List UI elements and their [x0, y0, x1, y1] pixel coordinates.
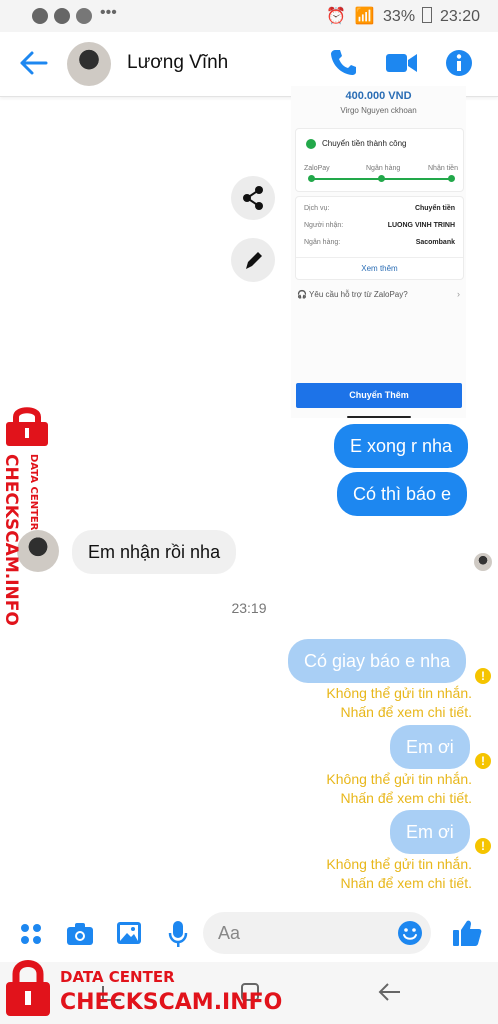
failed-message[interactable]: Có giay báo e nha: [288, 639, 467, 683]
detail-value: Sacombank: [415, 239, 455, 246]
support-text: Yêu cầu hỗ trợ từ ZaloPay?: [309, 290, 408, 299]
message-timestamp: 23:19: [231, 600, 267, 616]
chevron-right-icon: ›: [457, 289, 460, 299]
more-notifications-icon: •••: [100, 4, 117, 21]
pencil-icon: [246, 252, 262, 269]
gallery-icon[interactable]: [116, 921, 142, 945]
seen-avatar: [474, 553, 492, 571]
failed-message[interactable]: Em ơi: [390, 810, 470, 854]
alarm-icon: ⏰: [326, 8, 347, 25]
status-right: ⏰ 📶 33% 23:20: [326, 6, 480, 26]
receipt-note: Virgo Nguyen ckhoan: [340, 106, 417, 115]
back-nav-icon[interactable]: [378, 982, 402, 1002]
error-line: Nhấn để xem chi tiết.: [340, 704, 472, 720]
sent-message[interactable]: Có thì báo e: [337, 472, 468, 516]
error-line: Nhấn để xem chi tiết.: [340, 875, 472, 891]
battery-icon: [421, 7, 432, 23]
receipt-status: Chuyển tiền thành công: [322, 139, 407, 148]
contact-name[interactable]: Lương Vĩnh: [127, 52, 228, 74]
emoji-icon[interactable]: [397, 920, 423, 946]
wifi-icon: 📶: [354, 8, 375, 25]
receipt-step: Ngân hàng: [366, 165, 401, 172]
more-apps-icon[interactable]: [20, 923, 42, 945]
detail-label: Dịch vụ:: [304, 205, 330, 212]
lock-logo: [6, 407, 48, 446]
success-check-icon: [306, 139, 316, 149]
camera-icon[interactable]: [66, 922, 94, 946]
video-call-icon[interactable]: [386, 52, 418, 74]
error-icon[interactable]: !: [475, 668, 491, 684]
receipt-details-card: Dịch vụ: Chuyển tiền Người nhận: LUONG V…: [295, 196, 464, 280]
received-message[interactable]: Em nhận rồi nha: [72, 530, 237, 574]
back-arrow-icon[interactable]: [18, 50, 48, 76]
receipt-step: ZaloPay: [304, 165, 330, 172]
clock: 23:20: [439, 8, 480, 25]
shared-receipt-image[interactable]: 400.000 VND Virgo Nguyen ckhoan Chuyển t…: [291, 86, 466, 418]
status-bar: ••• ⏰ 📶 33% 23:20: [0, 0, 498, 32]
watermark-brand: CHECKSCAM.INFO: [60, 990, 283, 1015]
receipt-amount: 400.000 VND: [345, 90, 412, 102]
detail-value: Chuyển tiền: [414, 205, 455, 212]
send-error-text[interactable]: Không thể gửi tin nhắn. Nhấn để xem chi …: [326, 684, 472, 722]
contact-avatar[interactable]: [67, 42, 111, 86]
see-more-link: Xem thêm: [361, 264, 398, 273]
error-icon[interactable]: !: [475, 753, 491, 769]
thumbs-up-icon[interactable]: [452, 919, 482, 947]
support-link: 🎧 Yêu cầu hỗ trợ từ ZaloPay?: [297, 290, 408, 299]
step-dot: [308, 175, 315, 182]
detail-label: Người nhận:: [304, 222, 344, 229]
battery-level: 33%: [383, 8, 416, 25]
watermark-label: DATA CENTER: [28, 454, 39, 531]
phone-call-icon[interactable]: [330, 48, 356, 76]
error-line: Không thể gửi tin nhắn.: [326, 856, 472, 872]
error-icon[interactable]: !: [475, 838, 491, 854]
send-error-text[interactable]: Không thể gửi tin nhắn. Nhấn để xem chi …: [326, 770, 472, 808]
watermark-brand: CHECKSCAM.INFO: [1, 454, 21, 626]
step-dot: [378, 175, 385, 182]
messenger-notification-icon: [32, 8, 48, 24]
microphone-icon[interactable]: [168, 920, 188, 948]
error-line: Nhấn để xem chi tiết.: [340, 790, 472, 806]
detail-value: LUONG VINH TRINH: [387, 222, 455, 229]
transfer-more-button: Chuyển Thêm: [296, 383, 462, 408]
sent-message[interactable]: E xong r nha: [334, 424, 469, 468]
step-dot: [448, 175, 455, 182]
receipt-status-card: Chuyển tiền thành công ZaloPay Ngân hàng…: [295, 128, 464, 192]
share-button[interactable]: [231, 176, 275, 220]
send-error-text[interactable]: Không thể gửi tin nhắn. Nhấn để xem chi …: [326, 855, 472, 893]
info-icon[interactable]: [445, 49, 473, 77]
message-input-placeholder: Aa: [218, 923, 241, 943]
share-icon: [243, 186, 263, 210]
headset-icon: 🎧: [297, 290, 307, 299]
error-line: Không thể gửi tin nhắn.: [326, 685, 472, 701]
failed-message[interactable]: Em ơi: [390, 725, 470, 769]
lock-logo: [6, 960, 50, 1016]
message-composer: Aa: [0, 904, 498, 962]
edit-button[interactable]: [231, 238, 275, 282]
message-input[interactable]: Aa: [203, 912, 431, 954]
error-line: Không thể gửi tin nhắn.: [326, 771, 472, 787]
home-indicator: [347, 416, 411, 418]
facebook-notification-icon: [76, 8, 92, 24]
messenger-notification-icon: [54, 8, 70, 24]
receipt-step: Nhận tiền: [428, 165, 458, 172]
detail-label: Ngân hàng:: [304, 239, 341, 246]
watermark-label: DATA CENTER: [60, 968, 175, 986]
